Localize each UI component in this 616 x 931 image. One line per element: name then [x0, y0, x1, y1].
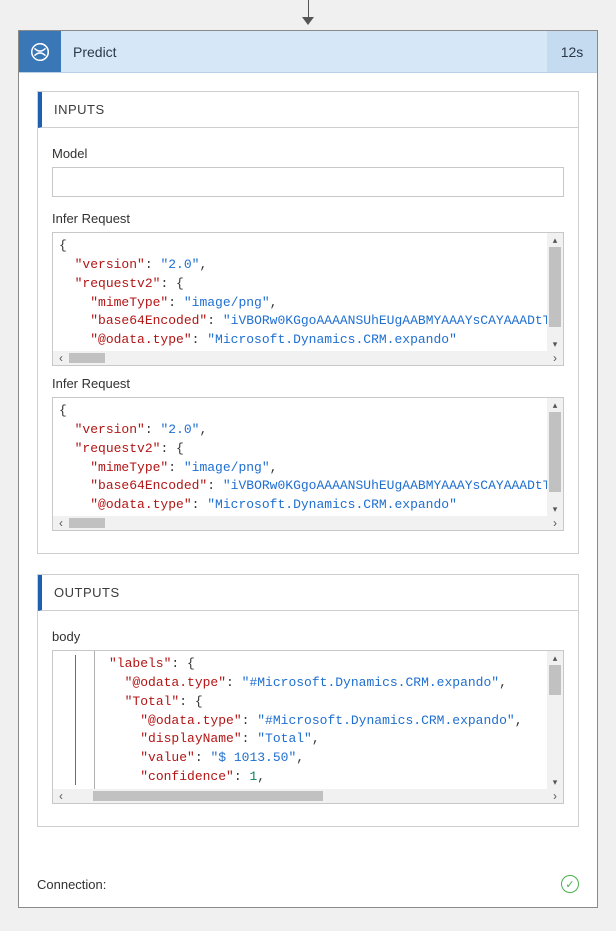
card-duration: 12s [547, 31, 597, 72]
flow-arrow-in [302, 0, 314, 25]
inputs-section-header: INPUTS [38, 92, 578, 128]
infer-request-label-2: Infer Request [52, 376, 564, 391]
card-header[interactable]: Predict 12s [19, 31, 597, 73]
model-input[interactable] [52, 167, 564, 197]
connection-label: Connection: [37, 877, 106, 892]
scrollbar-vertical[interactable]: ▴ ▾ [547, 651, 563, 789]
scrollbar-horizontal[interactable]: ‹ › [53, 351, 563, 365]
card-footer: Connection: ✓ [37, 875, 579, 893]
scrollbar-vertical[interactable]: ▴ ▾ [547, 233, 563, 351]
body-label: body [52, 629, 564, 644]
scrollbar-vertical[interactable]: ▴ ▾ [547, 398, 563, 516]
inputs-section: INPUTS Model Infer Request { "version": … [37, 91, 579, 554]
outputs-section: OUTPUTS body "labels": { "@odata.type": … [37, 574, 579, 827]
body-viewer[interactable]: "labels": { "@odata.type": "#Microsoft.D… [52, 650, 564, 804]
infer-request-viewer-1[interactable]: { "version": "2.0", "requestv2": { "mime… [52, 232, 564, 366]
infer-request-label-1: Infer Request [52, 211, 564, 226]
scrollbar-horizontal[interactable]: ‹ › [53, 789, 563, 803]
ai-builder-icon [19, 31, 61, 72]
outputs-section-header: OUTPUTS [38, 575, 578, 611]
card-title: Predict [61, 31, 547, 72]
status-ok-icon: ✓ [561, 875, 579, 893]
scrollbar-horizontal[interactable]: ‹ › [53, 516, 563, 530]
infer-request-viewer-2[interactable]: { "version": "2.0", "requestv2": { "mime… [52, 397, 564, 531]
model-label: Model [52, 146, 564, 161]
action-card-predict: Predict 12s INPUTS Model Infer Request {… [18, 30, 598, 908]
